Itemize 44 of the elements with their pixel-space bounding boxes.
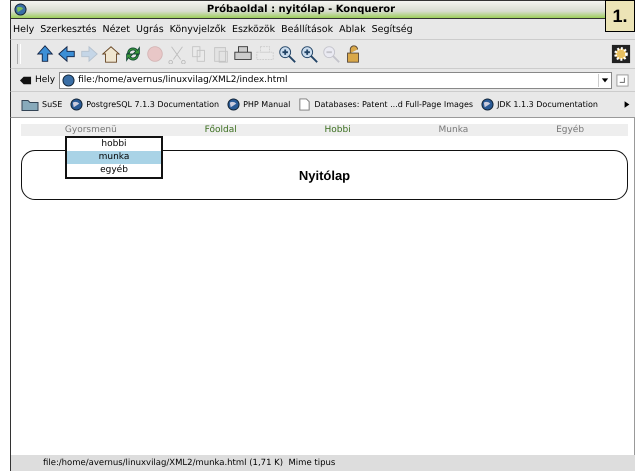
menu-option[interactable]: hobbi — [67, 138, 161, 151]
menu-item[interactable]: Ugrás — [136, 24, 164, 34]
zoom-in-icon[interactable] — [277, 44, 297, 64]
nav-link[interactable]: Egyéb — [556, 125, 584, 135]
menu-item[interactable]: Ablak — [339, 24, 366, 34]
nav-link[interactable]: Munka — [438, 125, 468, 135]
location-label: Hely — [19, 74, 56, 86]
globe-icon — [62, 74, 76, 86]
bookmark-item[interactable]: Databases: Patent ...d Full-Page Images — [298, 98, 474, 111]
menu-item[interactable]: Könyvjelzők — [170, 24, 226, 34]
window-title: Próbaoldal : nyitólap - Konqueror — [206, 4, 396, 15]
menu-item[interactable]: Nézet — [102, 24, 130, 34]
folder-icon — [21, 97, 39, 112]
document-icon — [298, 98, 312, 111]
bookmark-item[interactable]: SuSE — [21, 97, 62, 112]
bookmark-item[interactable]: JDK 1.1.3 Documentation — [481, 98, 598, 111]
figure-badge: 1. — [605, 0, 635, 32]
menu-option[interactable]: munka — [67, 151, 161, 164]
page-heading: Nyitólap — [298, 168, 350, 182]
url-field[interactable]: file:/home/avernus/linuxvilag/XML2/index.html — [59, 72, 612, 88]
globe-icon — [227, 98, 240, 111]
nav-link[interactable]: Főoldal — [204, 125, 237, 135]
dropdown-arrow-icon[interactable] — [598, 74, 611, 86]
menu-item[interactable]: Segítség — [372, 24, 413, 34]
back-arrow-icon[interactable] — [57, 44, 77, 64]
gear-icon[interactable] — [611, 44, 631, 64]
bookmark-item[interactable]: PHP Manual — [227, 98, 290, 111]
menu-item[interactable]: Beállítások — [281, 24, 334, 34]
zoom-in-icon[interactable] — [299, 44, 319, 64]
nav-link[interactable]: Hobbi — [324, 125, 351, 135]
menu-item[interactable]: Szerkesztés — [40, 24, 96, 34]
menu-item[interactable]: Eszközök — [232, 24, 276, 34]
status-text: file:/home/avernus/linuxvilag/XML2/munka.html (1,71 K) Mime tipus — [43, 458, 336, 468]
globe-icon — [481, 98, 494, 111]
bookmark-item[interactable]: PostgreSQL 7.1.3 Documentation — [70, 98, 220, 111]
reload-icon[interactable] — [123, 44, 143, 64]
globe-icon — [70, 98, 84, 111]
home-icon[interactable] — [101, 44, 121, 64]
menu-item[interactable]: Hely — [13, 24, 34, 34]
globe-icon[interactable] — [14, 3, 27, 16]
up-arrow-icon[interactable] — [35, 44, 55, 64]
go-icon[interactable] — [616, 74, 629, 86]
menu-option[interactable]: egyéb — [67, 164, 161, 177]
nav-link[interactable]: Gyorsmenü — [64, 125, 117, 135]
